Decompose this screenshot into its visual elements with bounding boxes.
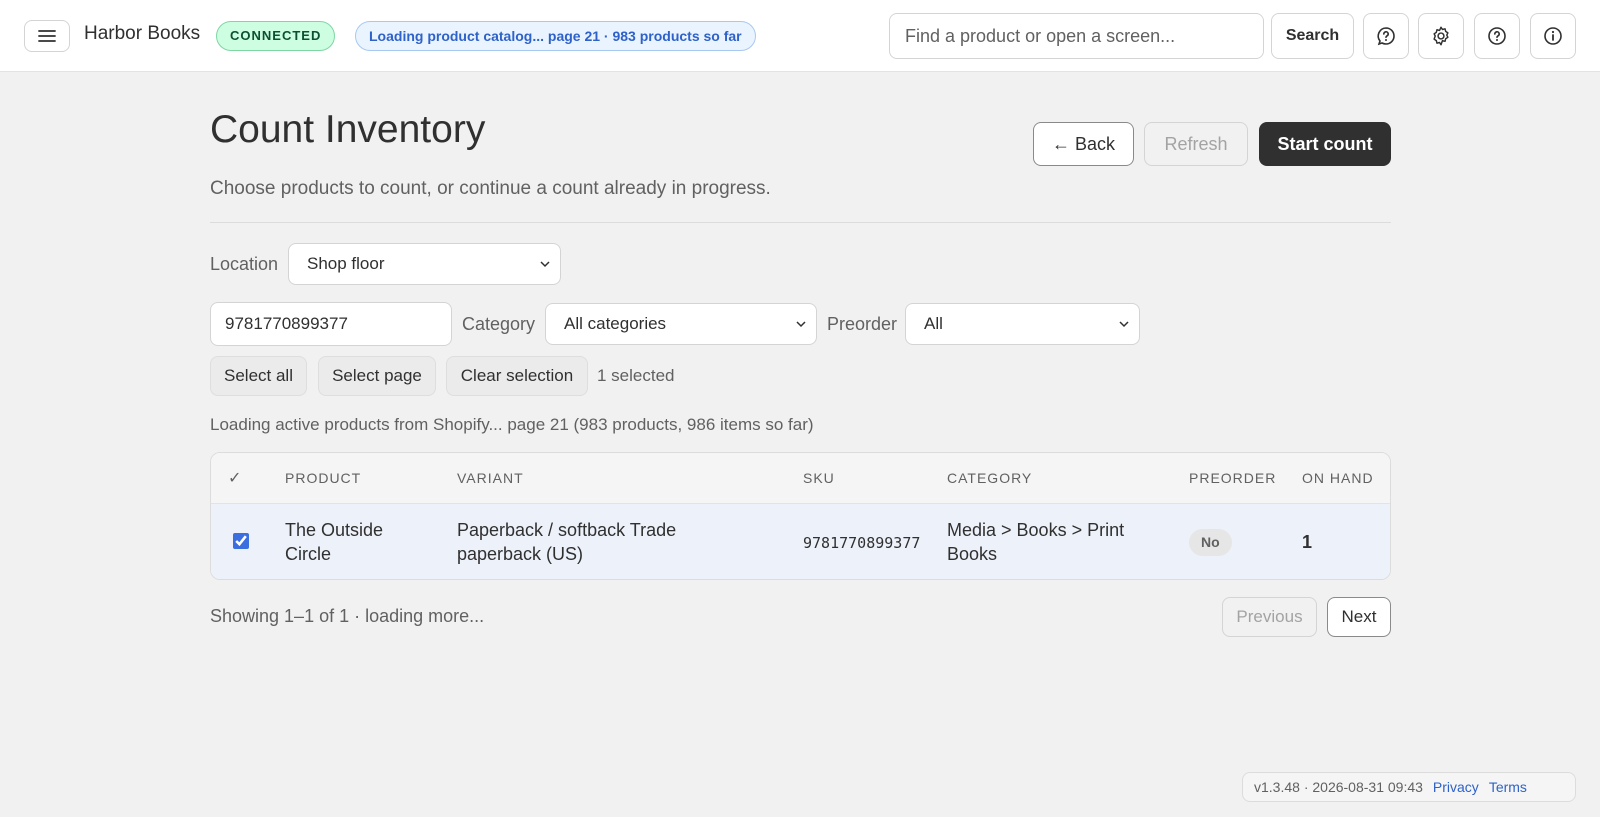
preorder-select[interactable]: All (905, 303, 1140, 345)
app-footer: v1.3.48 · 2026-08-31 09:43 Privacy Terms (1242, 772, 1576, 802)
chevron-down-icon (1119, 321, 1129, 328)
loading-status-text: Loading active products from Shopify... … (210, 415, 814, 434)
help-icon (1488, 27, 1506, 45)
clear-selection-button[interactable]: Clear selection (446, 356, 588, 396)
page-title: Count Inventory (210, 108, 486, 151)
top-bar: Harbor Books CONNECTED Loading product c… (0, 0, 1600, 72)
search-input[interactable] (889, 13, 1264, 59)
menu-button[interactable] (24, 20, 70, 52)
product-search-input[interactable] (210, 302, 452, 346)
category-select[interactable]: All categories (545, 303, 817, 345)
preorder-label: Preorder (827, 314, 898, 334)
category-line: Media > Books > Print (947, 520, 1125, 540)
header-sku: SKU (803, 470, 835, 486)
row-checkbox[interactable] (233, 533, 249, 549)
header-product: PRODUCT (285, 470, 362, 486)
select-page-button[interactable]: Select page (318, 356, 436, 396)
selected-count: 1 selected (597, 366, 675, 385)
start-count-button[interactable]: Start count (1259, 122, 1391, 166)
product-name: The Outside Circle (285, 518, 445, 566)
header-category: CATEGORY (947, 470, 1033, 486)
help-button[interactable] (1474, 13, 1520, 59)
next-page-button[interactable]: Next (1327, 597, 1391, 637)
location-select[interactable]: Shop floor (288, 243, 561, 285)
app-name: Harbor Books (84, 23, 201, 44)
connection-status-badge: CONNECTED (216, 21, 336, 51)
hamburger-icon (38, 30, 56, 42)
product-name-line: The Outside (285, 520, 384, 540)
product-name-line: Circle (285, 544, 332, 564)
select-all-button[interactable]: Select all (210, 356, 307, 396)
variant-name-line: Paperback / softback Trade (457, 520, 677, 540)
products-table: ✓ PRODUCT VARIANT SKU CATEGORY PREORDER … (210, 452, 1391, 580)
pagination-summary: Showing 1–1 of 1 · loading more... (210, 606, 485, 626)
chevron-down-icon (796, 321, 806, 328)
terms-link[interactable]: Terms (1489, 779, 1527, 795)
feedback-icon (1377, 27, 1395, 46)
table-header: ✓ PRODUCT VARIANT SKU CATEGORY PREORDER … (211, 453, 1390, 504)
preorder-badge: No (1189, 529, 1232, 556)
page-subtitle: Choose products to count, or continue a … (210, 178, 771, 199)
info-button[interactable] (1530, 13, 1576, 59)
header-on-hand: ON HAND (1302, 470, 1374, 486)
previous-page-button[interactable]: Previous (1222, 597, 1317, 637)
info-icon (1544, 27, 1562, 45)
refresh-button[interactable]: Refresh (1144, 122, 1248, 166)
gear-icon (1433, 26, 1449, 46)
category-value: Media > Books > Print Books (947, 518, 1177, 566)
header-variant: VARIANT (457, 470, 524, 486)
location-label: Location (210, 254, 279, 274)
sku-value: 9781770899377 (803, 534, 921, 552)
search-button[interactable]: Search (1271, 13, 1354, 59)
category-select-value: All categories (564, 314, 667, 333)
chevron-down-icon (540, 261, 550, 268)
location-select-value: Shop floor (307, 254, 385, 273)
on-hand-value: 1 (1302, 532, 1313, 552)
privacy-link[interactable]: Privacy (1433, 779, 1479, 795)
variant-name: Paperback / softback Trade paperback (US… (457, 518, 787, 566)
table-row[interactable]: The Outside Circle Paperback / softback … (211, 504, 1390, 579)
version-text: v1.3.48 · 2026-08-31 09:43 (1254, 779, 1423, 795)
catalog-loading-badge: Loading product catalog... page 21 · 983… (355, 21, 756, 51)
category-line: Books (947, 544, 998, 564)
category-label: Category (462, 314, 536, 334)
back-button[interactable]: ← Back (1033, 122, 1134, 166)
header-divider (210, 222, 1391, 223)
header-preorder: PREORDER (1189, 470, 1277, 486)
variant-name-line: paperback (US) (457, 544, 584, 564)
preorder-select-value: All (924, 314, 943, 333)
header-select-check[interactable]: ✓ (228, 468, 242, 488)
feedback-button[interactable] (1363, 13, 1409, 59)
settings-button[interactable] (1418, 13, 1464, 59)
